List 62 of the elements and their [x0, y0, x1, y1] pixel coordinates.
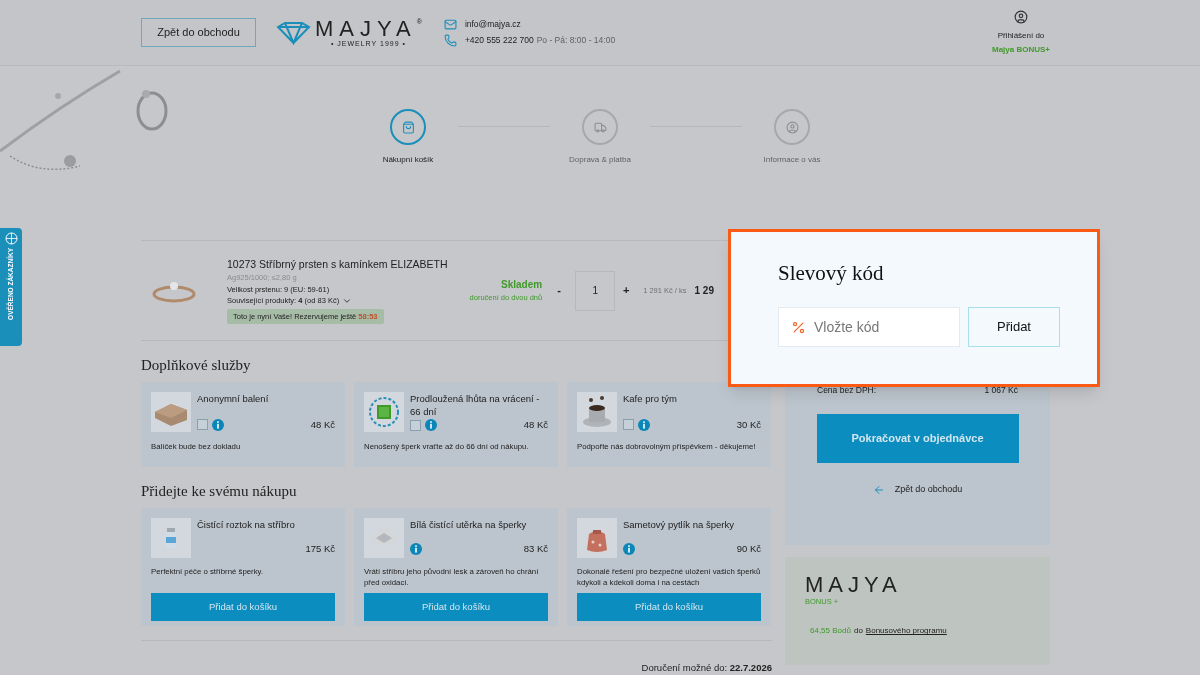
bonus-text: do — [853, 625, 863, 638]
service-price: 30 Kč — [736, 417, 761, 432]
product-name[interactable]: Čistící roztok na stříbro — [197, 518, 335, 531]
back-to-shop-link[interactable]: Zpět do obchodu — [894, 482, 963, 497]
info-icon[interactable] — [212, 418, 224, 431]
net-price-value: 1 067 Kč — [984, 384, 1018, 397]
service-checkbox[interactable] — [623, 419, 634, 431]
phone-number: +420 555 222 700 — [464, 34, 534, 47]
service-checkbox[interactable] — [410, 419, 421, 431]
logo-icon — [276, 20, 311, 45]
service-name: Kafe pro tým — [623, 392, 678, 405]
account-icon[interactable] — [1014, 9, 1028, 24]
product-price: 83 Kč — [523, 541, 548, 556]
delivery-date: Doručení možné do: 22.7.2026 — [641, 661, 772, 675]
section-heading: Doplňkové služby — [141, 356, 252, 375]
line-total: 1 29 — [694, 284, 714, 298]
info-icon[interactable] — [623, 542, 635, 555]
service-price: 48 Kč — [310, 417, 335, 432]
service-checkbox[interactable] — [197, 419, 208, 431]
checkout-step[interactable] — [582, 109, 618, 145]
service-name: Anonymní balení — [197, 392, 270, 405]
truck-icon — [593, 120, 607, 134]
bonus-points: 64,55 Bodů — [810, 625, 851, 638]
net-price-label: Cena bez DPH: — [817, 384, 877, 397]
globe-icon — [4, 232, 18, 245]
back-to-shop-button[interactable]: Zpět do obchodu — [141, 18, 256, 47]
logo-wordmark: MAJYA — [315, 17, 417, 40]
info-icon[interactable] — [638, 418, 650, 431]
phone-icon — [443, 34, 457, 47]
mail-icon — [443, 18, 457, 31]
product-title[interactable]: 10273 Stříbrný prsten s kamínkem ELIZABETH — [227, 256, 448, 273]
product-price: 175 Kč — [305, 541, 335, 556]
info-icon[interactable] — [410, 542, 422, 555]
user-icon — [785, 120, 799, 134]
step-label: Informace o vás — [763, 154, 821, 166]
service-price: 48 Kč — [523, 418, 548, 432]
service-name: Prodloužená lhůta na vrácení - 66 dní — [410, 392, 541, 418]
quantity-field[interactable]: 1 — [575, 270, 616, 311]
info-icon[interactable] — [425, 419, 437, 432]
section-heading: Přidejte ke svému nákupu — [141, 482, 298, 501]
product-price: 90 Kč — [736, 541, 761, 556]
checkout-step[interactable] — [774, 109, 810, 145]
shopping-bag-icon — [401, 120, 415, 134]
discount-code-input[interactable]: Vložte kód — [814, 316, 944, 338]
arrow-left-icon[interactable] — [872, 483, 885, 496]
stock-status: Skladem — [501, 278, 543, 293]
email-link[interactable]: info@majya.cz — [464, 18, 521, 31]
login-label[interactable]: Přihlášení do — [997, 29, 1045, 42]
product-name[interactable]: Sametový pytlík na šperky — [623, 518, 761, 531]
increase-button[interactable]: + — [621, 282, 632, 299]
dialog-title: Slevový kód — [778, 260, 885, 287]
opening-hours: Po - Pá: 8:00 - 14:00 — [536, 34, 616, 47]
step-label: Doprava & platba — [569, 154, 631, 166]
checkout-step[interactable] — [390, 109, 426, 145]
decrease-button[interactable]: - — [555, 282, 564, 299]
step-label: Nákupní košík — [382, 154, 434, 166]
bonus-wordmark: MAJYA — [805, 574, 903, 596]
percent-icon — [791, 319, 806, 335]
bonus-program-link[interactable]: Bonusového programu — [865, 625, 947, 638]
discount-code-field[interactable]: Vložte kód — [778, 307, 960, 347]
product-name[interactable]: Bílá čistící utěrka na šperky — [410, 518, 548, 531]
apply-code-button[interactable]: Přidat — [968, 307, 1060, 347]
